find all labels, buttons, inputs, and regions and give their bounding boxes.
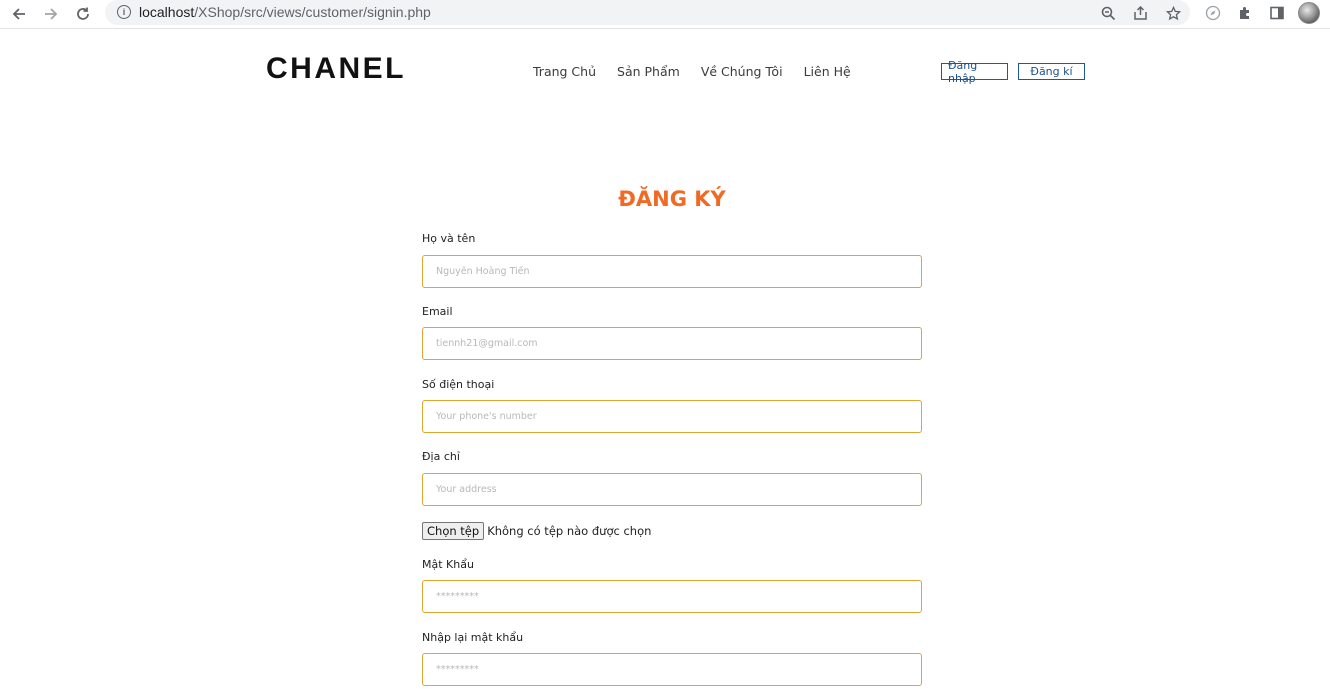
password-input[interactable]	[422, 580, 922, 613]
nav-about[interactable]: Về Chúng Tôi	[701, 64, 783, 79]
confirm-password-label: Nhập lại mật khẩu	[422, 631, 524, 644]
password-label: Mật Khẩu	[422, 558, 474, 571]
address-input[interactable]	[422, 473, 922, 506]
file-upload: Chọn tệp Không có tệp nào được chọn	[422, 522, 651, 540]
url-host: localhost	[139, 4, 195, 20]
address-label: Địa chỉ	[422, 450, 460, 463]
back-arrow-icon[interactable]	[8, 4, 30, 24]
url-text[interactable]: localhost/XShop/src/views/customer/signi…	[139, 4, 431, 20]
zoom-icon[interactable]	[1098, 3, 1118, 23]
browser-toolbar: i localhost/XShop/src/views/customer/sig…	[0, 0, 1330, 29]
url-path: /XShop/src/views/customer/signin.php	[194, 4, 431, 20]
profile-avatar[interactable]	[1298, 2, 1320, 24]
brand-logo[interactable]: CHANEL	[266, 52, 406, 86]
email-label: Email	[422, 305, 453, 318]
confirm-password-input[interactable]	[422, 653, 922, 686]
compass-icon[interactable]	[1203, 3, 1223, 23]
main-nav: Trang Chủ Sản Phẩm Về Chúng Tôi Liên Hệ	[533, 64, 851, 79]
nav-products[interactable]: Sản Phẩm	[617, 64, 680, 79]
share-icon[interactable]	[1130, 3, 1150, 23]
email-input[interactable]	[422, 327, 922, 360]
login-button[interactable]: Đăng nhập	[941, 59, 1008, 85]
phone-label: Số điện thoại	[422, 378, 495, 391]
forward-arrow-icon[interactable]	[40, 4, 62, 24]
file-status: Không có tệp nào được chọn	[487, 524, 652, 538]
phone-input[interactable]	[422, 400, 922, 433]
register-button[interactable]: Đăng kí	[1018, 63, 1085, 80]
extensions-icon[interactable]	[1235, 3, 1255, 23]
nav-contact[interactable]: Liên Hệ	[804, 64, 851, 79]
fullname-input[interactable]	[422, 255, 922, 288]
choose-file-button[interactable]: Chọn tệp	[422, 522, 485, 540]
side-panel-icon[interactable]	[1267, 3, 1287, 23]
reload-icon[interactable]	[72, 4, 94, 24]
star-icon[interactable]	[1163, 3, 1183, 23]
form-title: ĐĂNG KÝ	[618, 187, 726, 211]
address-bar[interactable]: i localhost/XShop/src/views/customer/sig…	[105, 0, 1190, 25]
nav-home[interactable]: Trang Chủ	[533, 64, 596, 79]
info-icon[interactable]: i	[117, 5, 131, 19]
fullname-label: Họ và tên	[422, 232, 476, 245]
